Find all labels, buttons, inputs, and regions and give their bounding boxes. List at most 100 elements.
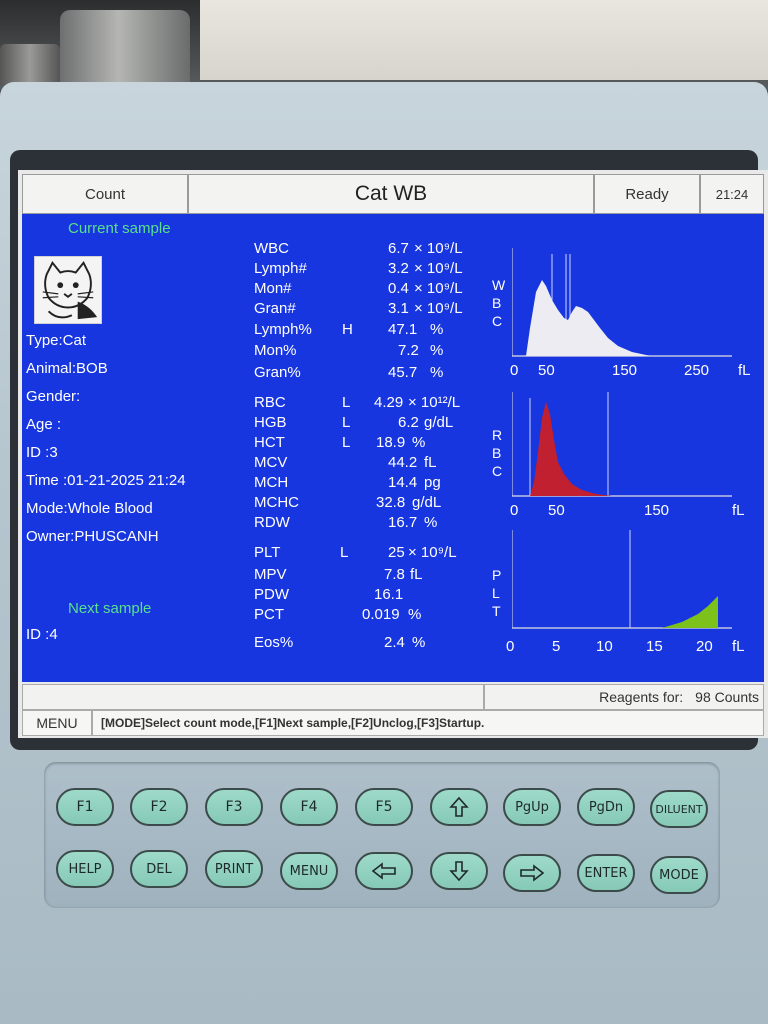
- rbc-tick: 0: [510, 502, 519, 519]
- del-key[interactable]: DEL: [130, 850, 188, 888]
- param-value: 3.1: [388, 300, 409, 317]
- cat-icon: [34, 256, 102, 324]
- f3-key[interactable]: F3: [205, 788, 263, 826]
- param-unit: × 10⁹/L: [408, 544, 457, 561]
- plt-tick: 15: [646, 638, 663, 655]
- diluent-key[interactable]: DILUENT: [650, 790, 708, 828]
- gender-info: Gender:: [26, 388, 81, 405]
- owner-info: Owner:PHUSCANH: [26, 528, 159, 545]
- clock: 21:24: [700, 174, 764, 214]
- rbc-histogram: [512, 392, 732, 498]
- param-name: MPV: [254, 566, 287, 583]
- param-name: PLT: [254, 544, 281, 561]
- count-tab[interactable]: Count: [22, 174, 188, 214]
- param-name: HGB: [254, 414, 287, 431]
- param-value: 7.2: [398, 342, 419, 359]
- f5-key[interactable]: F5: [355, 788, 413, 826]
- param-name: MCV: [254, 454, 288, 471]
- param-value: 18.9: [376, 434, 406, 451]
- f2-key[interactable]: F2: [130, 788, 188, 826]
- param-value: 2.4: [384, 634, 405, 651]
- param-unit: %: [430, 321, 444, 338]
- pgdn-key[interactable]: PgDn: [577, 788, 635, 826]
- param-unit: g/dL: [424, 414, 454, 431]
- param-unit: g/dL: [412, 494, 442, 511]
- param-name: RBC: [254, 394, 286, 411]
- status-text: Ready: [594, 174, 700, 214]
- help-key[interactable]: HELP: [56, 850, 114, 888]
- param-name: HCT: [254, 434, 285, 451]
- menu-key[interactable]: MENU: [280, 852, 338, 890]
- param-name: Mon#: [254, 280, 292, 297]
- background-shelf: [200, 0, 768, 80]
- param-unit: × 10⁹/L: [414, 280, 463, 297]
- param-unit: × 10⁹/L: [414, 300, 463, 317]
- rbc-hist-label: RBC: [492, 427, 503, 479]
- param-unit: × 10⁹/L: [414, 260, 463, 277]
- wbc-tick: 0: [510, 362, 519, 379]
- wbc-tick: 150: [612, 362, 638, 379]
- f4-key[interactable]: F4: [280, 788, 338, 826]
- reagents-count: 98 Counts: [695, 689, 759, 705]
- type-info: Type:Cat: [26, 332, 87, 349]
- plt-curve: [662, 596, 718, 628]
- param-unit: %: [408, 606, 422, 623]
- f1-key[interactable]: F1: [56, 788, 114, 826]
- param-name: Lymph#: [254, 260, 307, 277]
- reagents-label: Reagents for:: [599, 689, 684, 705]
- param-unit: × 10¹²/L: [408, 394, 461, 411]
- page-title: Cat WB: [188, 174, 594, 214]
- animal-info: Animal:BOB: [26, 360, 108, 377]
- param-unit: fL: [410, 566, 423, 583]
- param-value: 16.1: [374, 586, 404, 603]
- help-text: [MODE]Select count mode,[F1]Next sample,…: [92, 710, 764, 736]
- up-arrow-key[interactable]: [430, 788, 488, 826]
- metal-fitting: [60, 10, 190, 86]
- param-unit: %: [412, 634, 426, 651]
- reagents-info: Reagents for: 98 Counts: [484, 684, 764, 710]
- menu-label[interactable]: MENU: [22, 710, 92, 736]
- age-info: Age :: [26, 416, 62, 433]
- down-arrow-key[interactable]: [430, 852, 488, 890]
- param-value: 25: [388, 544, 405, 561]
- wbc-hist-label: WBC: [492, 277, 506, 329]
- param-name: Lymph%: [254, 321, 312, 338]
- param-unit: %: [430, 364, 444, 381]
- plt-hist-label: PLT: [492, 567, 502, 619]
- rbc-tick: 150: [644, 502, 670, 519]
- param-unit: %: [412, 434, 426, 451]
- metal-fitting-left: [0, 44, 60, 84]
- id-info: ID :3: [26, 444, 58, 461]
- next-id-info: ID :4: [26, 626, 58, 643]
- print-key[interactable]: PRINT: [205, 850, 263, 888]
- pgup-key[interactable]: PgUp: [503, 788, 561, 826]
- arrow-left-icon: [371, 862, 396, 880]
- wbc-tick: 50: [538, 362, 555, 379]
- arrow-right-icon: [520, 864, 545, 882]
- param-value: 4.29: [374, 394, 404, 411]
- wbc-histogram: [512, 248, 732, 358]
- next-sample-label: Next sample: [68, 600, 152, 617]
- param-name: MCH: [254, 474, 289, 491]
- left-arrow-key[interactable]: [355, 852, 413, 890]
- param-name: Gran%: [254, 364, 301, 381]
- rbc-unit: fL: [732, 502, 745, 519]
- right-arrow-key[interactable]: [503, 854, 561, 892]
- param-name: RDW: [254, 514, 290, 531]
- param-flag: L: [340, 544, 349, 561]
- param-name: Mon%: [254, 342, 297, 359]
- rbc-curve: [530, 402, 612, 496]
- mode-key[interactable]: MODE: [650, 856, 708, 894]
- status-bar: MENU [MODE]Select count mode,[F1]Next sa…: [22, 710, 764, 736]
- param-value: 0.019: [362, 606, 400, 623]
- current-sample-label: Current sample: [68, 220, 171, 237]
- param-value: 6.7: [388, 240, 409, 257]
- param-value: 44.2: [388, 454, 418, 471]
- rbc-tick: 50: [548, 502, 565, 519]
- param-unit: %: [424, 514, 438, 531]
- param-flag: L: [342, 434, 351, 451]
- plt-tick: 5: [552, 638, 561, 655]
- enter-key[interactable]: ENTER: [577, 854, 635, 892]
- reagents-bar: Reagents for: 98 Counts: [22, 684, 764, 710]
- plt-tick: 10: [596, 638, 613, 655]
